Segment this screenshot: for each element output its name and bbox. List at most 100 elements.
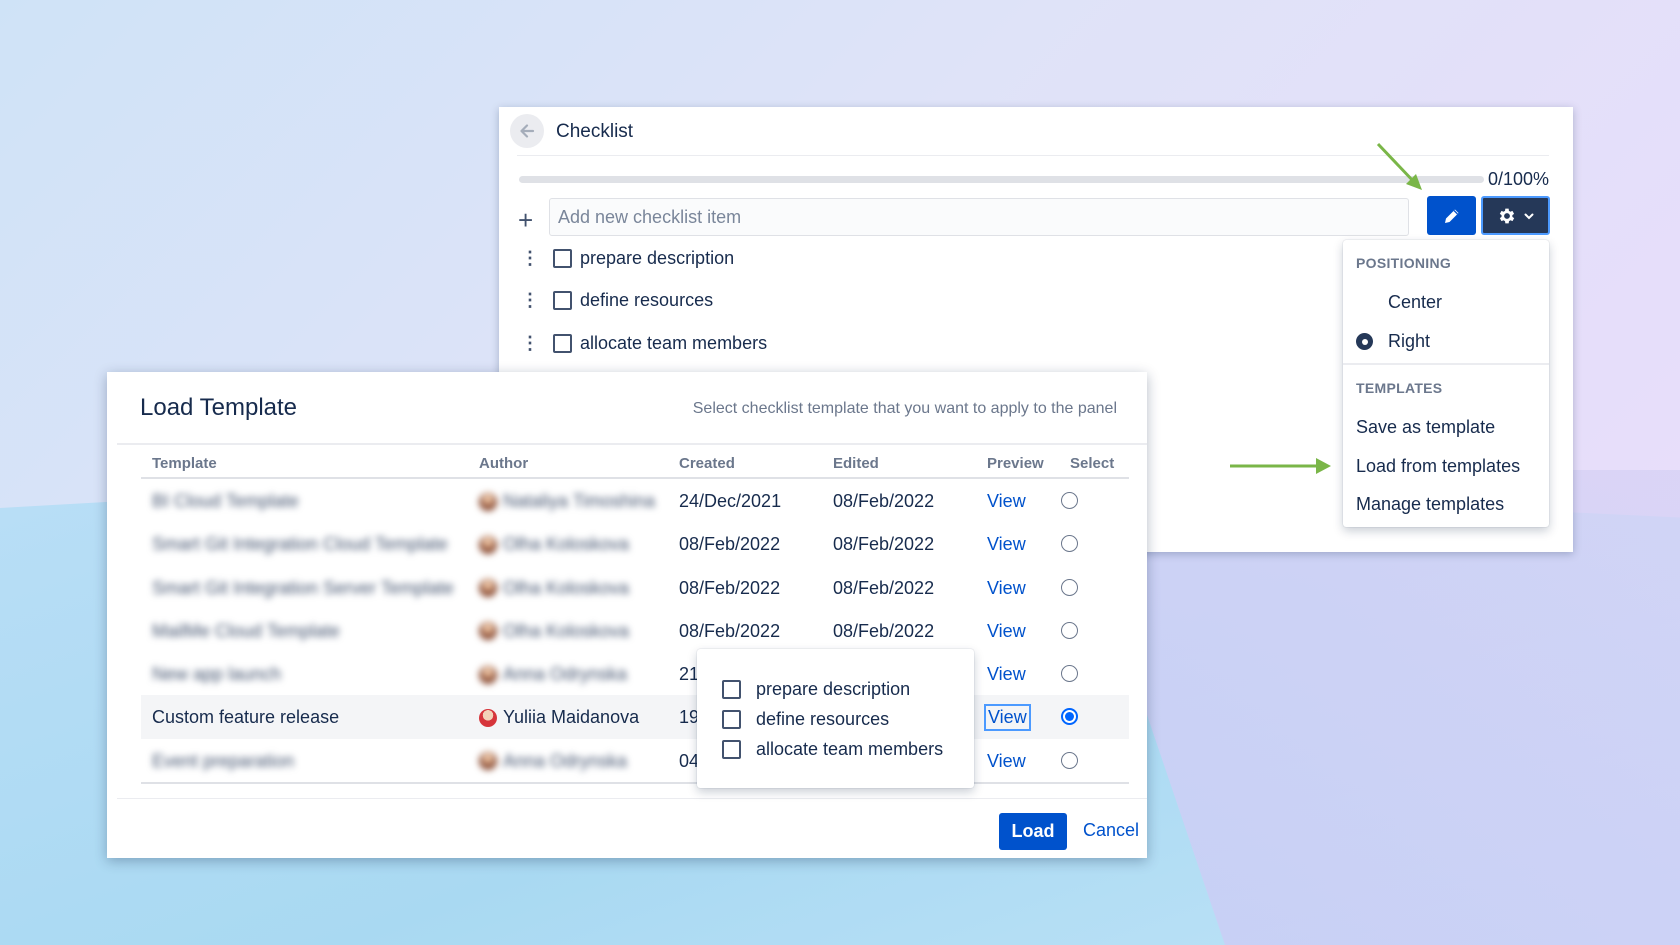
position-option-right[interactable]: Right	[1356, 331, 1430, 352]
edited-date: 08/Feb/2022	[833, 620, 935, 641]
checklist-item-label: allocate team members	[580, 332, 768, 353]
edited-date: 08/Feb/2022	[833, 577, 935, 598]
preview-item: define resources	[722, 709, 889, 730]
option-label: Right	[1388, 331, 1431, 351]
cancel-button[interactable]: Cancel	[1083, 820, 1139, 841]
panel-title: Checklist	[556, 121, 634, 142]
preview-item: prepare description	[722, 679, 910, 700]
plus-icon[interactable]: +	[518, 205, 533, 235]
arrow-left-icon	[520, 124, 535, 138]
author-cell: Olha Koloskova	[479, 578, 629, 599]
template-name: New app launch	[152, 664, 282, 685]
avatar	[479, 665, 497, 684]
checklist-item[interactable]: ⋮ allocate team members	[521, 328, 767, 358]
divider	[141, 782, 1129, 785]
item-checkbox[interactable]	[553, 290, 572, 310]
preview-item-label: define resources	[756, 709, 890, 729]
drag-handle-icon[interactable]: ⋮	[521, 334, 539, 352]
settings-dropdown-menu: POSITIONING Center Right TEMPLATES Save …	[1343, 240, 1549, 527]
table-header: Template Author Created Edited Preview S…	[141, 445, 1129, 479]
preview-item: allocate team members	[722, 739, 943, 760]
preview-view-link[interactable]: View	[987, 664, 1026, 685]
preview-view-link[interactable]: View	[987, 534, 1026, 555]
avatar	[479, 622, 497, 641]
table-row[interactable]: BI Cloud Template Nataliya Timoshina 24/…	[141, 479, 1129, 522]
checklist-item[interactable]: ⋮ define resources	[521, 285, 713, 315]
item-checkbox[interactable]	[553, 248, 572, 268]
save-as-template-item[interactable]: Save as template	[1356, 417, 1495, 438]
author-cell: Anna Odrynska	[479, 751, 627, 772]
select-radio[interactable]	[1061, 665, 1078, 683]
menu-item-label: Manage templates	[1356, 494, 1505, 514]
item-checkbox[interactable]	[553, 333, 572, 353]
table-row[interactable]: Smart Git Integration Cloud Template Olh…	[141, 522, 1129, 565]
preview-view-link[interactable]: View	[987, 751, 1026, 772]
table-row[interactable]: MailMe Cloud Template Olha Koloskova 08/…	[141, 609, 1129, 652]
select-radio[interactable]	[1061, 492, 1078, 509]
preview-item-label: prepare description	[756, 679, 911, 699]
load-from-templates-item[interactable]: Load from templates	[1356, 456, 1520, 477]
avatar	[479, 492, 497, 511]
menu-item-label: Load from templates	[1356, 456, 1521, 476]
preview-view-link[interactable]: View	[987, 578, 1026, 599]
select-radio[interactable]	[1061, 708, 1078, 726]
progress-bar	[519, 176, 1484, 183]
template-name: Smart Git Integration Server Template	[152, 577, 454, 598]
checklist-item[interactable]: ⋮ prepare description	[521, 243, 734, 273]
preview-item-label: allocate team members	[756, 739, 944, 759]
preview-checkbox	[722, 680, 741, 699]
pencil-icon	[1444, 209, 1458, 223]
author-name: Anna Odrynska	[503, 664, 628, 685]
template-name: Custom feature release	[152, 707, 340, 728]
preview-view-link[interactable]: View	[987, 491, 1026, 512]
back-button[interactable]	[510, 114, 544, 148]
select-radio[interactable]	[1061, 535, 1078, 553]
created-date: 08/Feb/2022	[679, 534, 781, 555]
template-name: MailMe Cloud Template	[152, 620, 340, 641]
preview-view-link[interactable]: View	[984, 704, 1031, 732]
load-button[interactable]: Load	[999, 813, 1067, 850]
author-name: Anna Odrynska	[503, 750, 628, 771]
drag-handle-icon[interactable]: ⋮	[521, 249, 539, 267]
created-date: 08/Feb/2022	[679, 620, 781, 641]
table-row[interactable]: Smart Git Integration Server Template Ol…	[141, 566, 1129, 609]
preview-view-link[interactable]: View	[987, 621, 1026, 642]
column-header-select: Select	[1070, 455, 1115, 472]
position-option-center[interactable]: Center	[1388, 292, 1442, 313]
table-row[interactable]: New app launch Anna Odrynska 21 View	[141, 652, 1129, 695]
manage-templates-item[interactable]: Manage templates	[1356, 494, 1504, 515]
select-radio[interactable]	[1061, 621, 1078, 639]
select-radio[interactable]	[1061, 751, 1078, 769]
load-template-dialog: Load Template Select checklist template …	[107, 372, 1147, 858]
positioning-heading: POSITIONING	[1356, 255, 1452, 271]
author-name: Olha Koloskova	[503, 577, 630, 598]
author-cell: Olha Koloskova	[479, 621, 629, 642]
template-name: BI Cloud Template	[152, 491, 299, 511]
preview-checkbox	[722, 740, 741, 759]
created-date: 08/Feb/2022	[679, 577, 781, 598]
avatar	[479, 752, 497, 771]
divider	[117, 798, 1147, 799]
table-row-selected[interactable]: Custom feature release Yuliia Maidanova …	[141, 695, 1129, 739]
radio-selected-icon	[1356, 333, 1373, 350]
column-header-edited: Edited	[833, 455, 879, 472]
select-radio[interactable]	[1061, 578, 1078, 596]
column-header-author: Author	[479, 455, 529, 472]
author-cell: Anna Odrynska	[479, 664, 627, 685]
author-name: Olha Koloskova	[503, 534, 630, 555]
template-name: Event preparation	[152, 750, 295, 771]
preview-checkbox	[722, 710, 741, 729]
edited-date: 08/Feb/2022	[833, 491, 935, 511]
checklist-item-label: define resources	[580, 289, 714, 310]
table-row[interactable]: Event preparation Anna Odrynska 04 View	[141, 739, 1129, 782]
edit-button[interactable]	[1427, 196, 1476, 235]
chevron-down-icon	[1524, 213, 1533, 219]
edited-date: 08/Feb/2022	[833, 534, 935, 555]
annotation-arrow-icon	[1230, 458, 1331, 474]
settings-dropdown-button[interactable]	[1481, 196, 1550, 235]
author-cell: Yuliia Maidanova	[479, 707, 639, 728]
add-item-input[interactable]	[549, 198, 1409, 236]
annotation-arrow-icon	[1376, 142, 1422, 190]
drag-handle-icon[interactable]: ⋮	[521, 291, 539, 309]
dialog-subtitle: Select checklist template that you want …	[692, 400, 1117, 417]
